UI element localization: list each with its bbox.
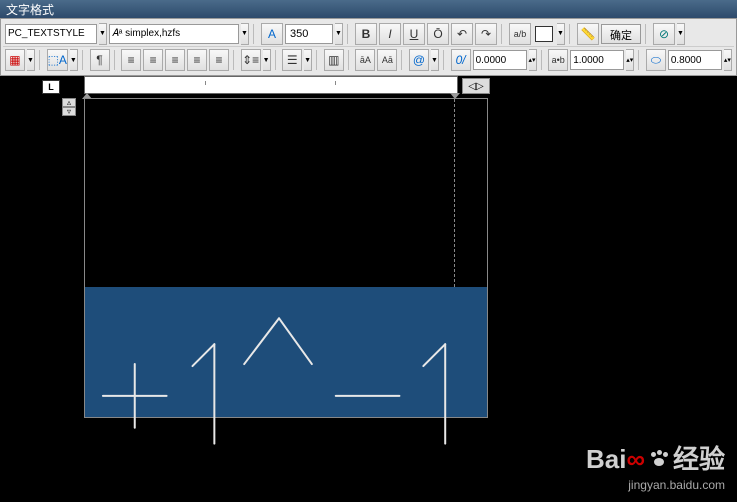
symbol-dropdown[interactable]: ▼ [431, 49, 439, 71]
oblique-input[interactable] [668, 50, 722, 70]
color-dropdown[interactable]: ▼ [557, 23, 565, 45]
height-dropdown[interactable]: ▼ [335, 23, 343, 45]
oblique-button[interactable]: 0/ [451, 49, 471, 71]
font-dropdown[interactable]: ▼ [241, 23, 249, 45]
text-style-select[interactable] [5, 24, 97, 44]
obliq-icon[interactable]: ⬭ [646, 49, 666, 71]
window-title: 文字格式 [6, 1, 54, 18]
watermark-brand: Bai∞ [586, 444, 645, 475]
columns-button[interactable]: ▦ [5, 49, 25, 71]
entered-text-glyphs [85, 286, 487, 461]
insert-field-button[interactable]: ▥ [324, 49, 344, 71]
symbol-button[interactable]: @ [409, 49, 429, 71]
line-spacing-button[interactable]: ⇕≡ [241, 49, 261, 71]
horizontal-ruler[interactable] [84, 76, 458, 94]
oblique-spinner[interactable]: ▴▾ [724, 49, 732, 71]
watermark-url: jingyan.baidu.com [586, 478, 725, 492]
columns-dropdown[interactable]: ▼ [27, 49, 35, 71]
overline-button[interactable]: Ō [427, 23, 449, 45]
text-format-toolbar: ▼ 𝐴ᵃ simplex,hzfs ▼ A ▼ B I U Ō ↶ ↷ a/b … [0, 18, 737, 76]
text-editor-canvas: L ◁▷ ▵ ▿ [62, 80, 492, 420]
paragraph-button[interactable]: ¶ [90, 49, 110, 71]
redo-button[interactable]: ↷ [475, 23, 497, 45]
numbering-button[interactable]: ☰ [282, 49, 302, 71]
toolbar-row-2: ▦ ▼ ⬚A ▼ ¶ ≡ ≡ ≡ ≡ ≡ ⇕≡ ▼ ☰ ▼ ▥ āA Aā @ … [3, 47, 734, 73]
column-nav-buttons[interactable]: ◁▷ [462, 78, 490, 94]
italic-button[interactable]: I [379, 23, 401, 45]
toolbar-row-1: ▼ 𝐴ᵃ simplex,hzfs ▼ A ▼ B I U Ō ↶ ↷ a/b … [3, 21, 734, 47]
paw-icon [649, 452, 669, 468]
font-select[interactable]: 𝐴ᵃ simplex,hzfs [109, 24, 239, 44]
vertical-nav[interactable]: ▵ ▿ [62, 98, 78, 118]
tracking-spinner[interactable]: ▴▾ [529, 49, 537, 71]
nav-down-button[interactable]: ▿ [62, 107, 76, 116]
watermark: Bai∞ 经验 jingyan.baidu.com [586, 439, 725, 492]
text-height-input[interactable] [285, 24, 333, 44]
spacing-dropdown[interactable]: ▼ [263, 49, 271, 71]
mtext-justify-button[interactable]: ⬚A [47, 49, 68, 71]
ruler-tab-indicator[interactable]: L [42, 80, 60, 94]
numbering-dropdown[interactable]: ▼ [304, 49, 312, 71]
align-distribute-button[interactable]: ≡ [209, 49, 229, 71]
options-dropdown[interactable]: ▼ [677, 23, 685, 45]
undo-button[interactable]: ↶ [451, 23, 473, 45]
style-dropdown[interactable]: ▼ [99, 23, 107, 45]
text-edit-area[interactable] [84, 98, 488, 418]
width-factor-button[interactable]: a•b [548, 49, 568, 71]
uppercase-button[interactable]: āA [355, 49, 375, 71]
nav-up-button[interactable]: ▵ [62, 98, 76, 107]
ok-button[interactable]: 确定 [601, 24, 641, 44]
width-factor-input[interactable] [570, 50, 624, 70]
annotative-icon[interactable]: A [261, 23, 283, 45]
align-center-button[interactable]: ≡ [143, 49, 163, 71]
stack-button[interactable]: a/b [509, 23, 531, 45]
align-left-button[interactable]: ≡ [121, 49, 141, 71]
justify-dropdown[interactable]: ▼ [70, 49, 78, 71]
underline-button[interactable]: U [403, 23, 425, 45]
options-button[interactable]: ⊘ [653, 23, 675, 45]
watermark-brand2: 经验 [673, 439, 725, 476]
width-spinner[interactable]: ▴▾ [626, 49, 634, 71]
title-bar: 文字格式 [0, 0, 737, 18]
ruler-button[interactable]: 📏 [577, 23, 599, 45]
tracking-input[interactable] [473, 50, 527, 70]
lowercase-button[interactable]: Aā [377, 49, 397, 71]
align-right-button[interactable]: ≡ [165, 49, 185, 71]
color-button[interactable] [535, 26, 553, 42]
bold-button[interactable]: B [355, 23, 377, 45]
align-justify-button[interactable]: ≡ [187, 49, 207, 71]
